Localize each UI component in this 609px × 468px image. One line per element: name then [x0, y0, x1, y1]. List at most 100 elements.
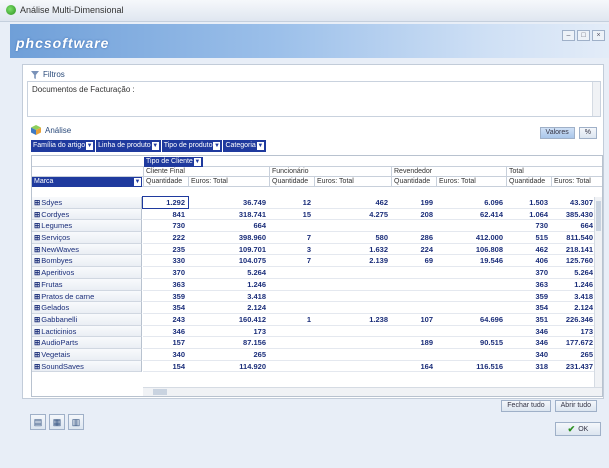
data-cell[interactable]: 370	[506, 267, 551, 278]
data-cell[interactable]: 157	[143, 337, 188, 348]
data-cell[interactable]: 730	[506, 220, 551, 231]
data-cell[interactable]	[269, 302, 314, 313]
data-cell[interactable]: 106.808	[436, 244, 506, 255]
data-cell[interactable]: 462	[506, 244, 551, 255]
data-cell[interactable]: 664	[551, 220, 596, 231]
data-cell[interactable]: 235	[143, 244, 188, 255]
row-label[interactable]: ⊞Vegetais	[32, 348, 142, 361]
data-cell[interactable]: 363	[143, 279, 188, 290]
data-cell[interactable]	[269, 267, 314, 278]
data-cell[interactable]	[391, 326, 436, 337]
data-cell[interactable]: 5.264	[188, 267, 269, 278]
data-cell[interactable]: 3.418	[551, 291, 596, 302]
data-cell[interactable]: 160.412	[188, 314, 269, 325]
data-cell[interactable]: 265	[188, 349, 269, 360]
data-cell[interactable]: 515	[506, 232, 551, 243]
data-cell[interactable]: 6.096	[436, 197, 506, 208]
data-cell[interactable]: 19.546	[436, 255, 506, 266]
expand-icon[interactable]: ⊞	[34, 268, 40, 277]
data-cell[interactable]: 226.346	[551, 314, 596, 325]
data-cell[interactable]	[391, 267, 436, 278]
row-label[interactable]: ⊞AudioParts	[32, 337, 142, 349]
data-cell[interactable]: 2.124	[188, 302, 269, 313]
data-cell[interactable]	[436, 349, 506, 360]
data-cell[interactable]: 1.064	[506, 209, 551, 220]
expand-icon[interactable]: ⊞	[34, 327, 40, 336]
dropdown-icon[interactable]: ▼	[213, 142, 221, 150]
data-cell[interactable]: 15	[269, 209, 314, 220]
data-cell[interactable]: 351	[506, 314, 551, 325]
ok-button[interactable]: ✔ OK	[555, 422, 601, 436]
data-cell[interactable]: 359	[143, 291, 188, 302]
data-cell[interactable]: 354	[143, 302, 188, 313]
data-cell[interactable]	[314, 326, 391, 337]
column-dimension-chip[interactable]: Tipo de Cliente ▼	[144, 157, 203, 167]
dimension-chip-linha[interactable]: Linha de produto ▼	[96, 140, 161, 152]
data-cell[interactable]: 125.760	[551, 255, 596, 266]
data-cell[interactable]: 412.000	[436, 232, 506, 243]
expand-icon[interactable]: ⊞	[34, 233, 40, 242]
data-cell[interactable]	[436, 302, 506, 313]
dropdown-icon[interactable]: ▼	[193, 158, 201, 166]
data-cell[interactable]	[391, 302, 436, 313]
data-cell[interactable]: 2.139	[314, 255, 391, 266]
expand-icon[interactable]: ⊞	[34, 245, 40, 254]
expand-icon[interactable]: ⊞	[34, 210, 40, 219]
data-cell[interactable]: 231.437	[551, 361, 596, 372]
values-button[interactable]: Valores	[539, 127, 575, 139]
print-icon[interactable]: ▤	[30, 414, 46, 430]
data-cell[interactable]: 109.701	[188, 244, 269, 255]
data-cell[interactable]	[314, 337, 391, 348]
dimension-chip-familia[interactable]: Família do artigo ▼	[31, 140, 96, 152]
data-cell[interactable]: 1.503	[506, 197, 551, 208]
data-cell[interactable]: 406	[506, 255, 551, 266]
data-cell[interactable]: 116.516	[436, 361, 506, 372]
expand-icon[interactable]: ⊞	[34, 198, 40, 207]
data-cell[interactable]: 811.540	[551, 232, 596, 243]
data-cell[interactable]: 173	[551, 326, 596, 337]
data-cell[interactable]	[391, 220, 436, 231]
data-cell[interactable]	[391, 349, 436, 360]
data-cell[interactable]	[269, 279, 314, 290]
close-button[interactable]: ×	[592, 30, 605, 41]
expand-icon[interactable]: ⊞	[34, 303, 40, 312]
dropdown-icon[interactable]: ▼	[256, 142, 264, 150]
dropdown-icon[interactable]: ▼	[151, 142, 159, 150]
data-cell[interactable]: 841	[143, 209, 188, 220]
chart-icon[interactable]: ▥	[68, 414, 84, 430]
data-cell[interactable]: 330	[143, 255, 188, 266]
data-cell[interactable]: 164	[391, 361, 436, 372]
export-icon[interactable]: ▦	[49, 414, 65, 430]
expand-icon[interactable]: ⊞	[34, 280, 40, 289]
data-cell[interactable]	[314, 302, 391, 313]
data-cell[interactable]	[436, 220, 506, 231]
data-cell[interactable]: 3	[269, 244, 314, 255]
data-cell[interactable]: 69	[391, 255, 436, 266]
data-cell[interactable]	[391, 279, 436, 290]
dimension-chip-tipo-produto[interactable]: Tipo de produto ▼	[161, 140, 223, 152]
data-cell[interactable]: 359	[506, 291, 551, 302]
expand-icon[interactable]: ⊞	[34, 292, 40, 301]
data-cell[interactable]	[314, 279, 391, 290]
data-cell[interactable]: 64.696	[436, 314, 506, 325]
data-cell[interactable]: 199	[391, 197, 436, 208]
data-cell[interactable]: 398.960	[188, 232, 269, 243]
data-cell[interactable]: 340	[506, 349, 551, 360]
data-cell[interactable]: 1.246	[551, 279, 596, 290]
data-cell[interactable]: 189	[391, 337, 436, 348]
data-cell[interactable]	[269, 337, 314, 348]
expand-icon[interactable]: ⊞	[34, 350, 40, 359]
data-cell[interactable]: 318.741	[188, 209, 269, 220]
data-cell[interactable]: 354	[506, 302, 551, 313]
data-cell[interactable]: 243	[143, 314, 188, 325]
data-cell[interactable]: 385.430	[551, 209, 596, 220]
expand-icon[interactable]: ⊞	[34, 362, 40, 371]
data-cell[interactable]	[269, 291, 314, 302]
dropdown-icon[interactable]: ▼	[86, 142, 94, 150]
data-cell[interactable]: 346	[506, 337, 551, 348]
row-label[interactable]: ⊞Serviços	[32, 232, 142, 244]
data-cell[interactable]: 7	[269, 232, 314, 243]
data-cell[interactable]	[314, 361, 391, 372]
data-cell[interactable]	[269, 326, 314, 337]
data-cell[interactable]: 4.275	[314, 209, 391, 220]
